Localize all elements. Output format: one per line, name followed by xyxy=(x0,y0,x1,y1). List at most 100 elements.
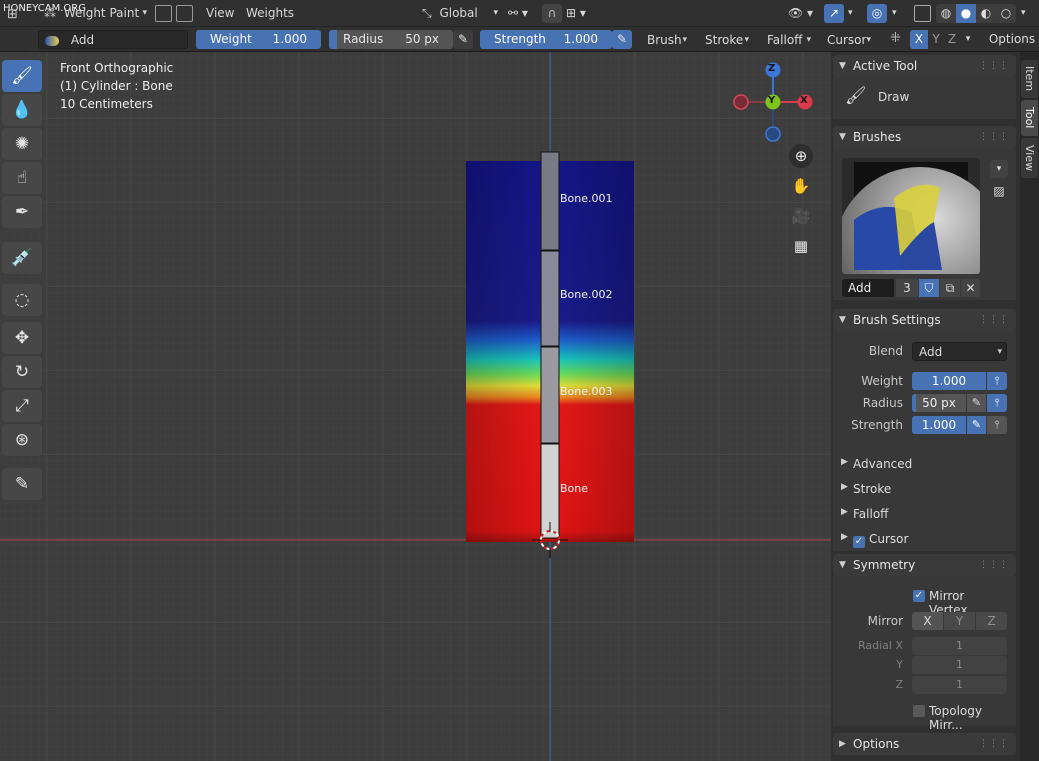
scale-icon[interactable]: ⤢ xyxy=(2,390,42,422)
snap-target-icon[interactable]: ⊞ ▾ xyxy=(566,3,586,24)
brush-name-field[interactable]: Add xyxy=(842,279,894,297)
mirror-y-toggle[interactable]: Y xyxy=(928,30,944,49)
mirror-vertex-checkbox[interactable]: ✓ xyxy=(913,590,925,602)
mode-selector[interactable]: ⁂ Weight Paint ▾ xyxy=(44,3,149,24)
menu-weights[interactable]: Weights xyxy=(246,3,294,24)
brush-settings-panel-header[interactable]: ▼ Brush Settings ⋮⋮⋮ xyxy=(833,309,1016,331)
gradient-icon[interactable]: ✒ xyxy=(2,196,42,228)
radial-y-field[interactable]: 1 xyxy=(912,656,1007,674)
rotate-icon[interactable]: ↻ xyxy=(2,356,42,388)
menu-view[interactable]: View xyxy=(206,3,234,24)
brushes-panel-header[interactable]: ▼ Brushes ⋮⋮⋮ xyxy=(833,126,1016,148)
tab-item[interactable]: Item xyxy=(1021,60,1038,98)
pivot-icon[interactable]: ⚯ ▾ xyxy=(508,3,528,24)
tab-view[interactable]: View xyxy=(1021,138,1038,178)
close-icon[interactable]: ✕ xyxy=(961,279,980,297)
blend-dropdown[interactable]: Add xyxy=(38,30,188,49)
3d-viewport[interactable]: Z Y X Front Orthographic (1) Cylinder : … xyxy=(0,52,831,761)
strength-pressure-icon[interactable]: ✎ xyxy=(967,416,986,434)
gizmo-toggle-icon[interactable]: ↗ xyxy=(824,4,844,23)
subpanel-advanced[interactable]: ▶ Advanced xyxy=(841,457,912,471)
shading-solid-icon[interactable]: ● xyxy=(956,4,976,23)
mirror-x-toggle[interactable]: X xyxy=(910,30,928,49)
editor-type-icon[interactable]: ⊞ xyxy=(7,7,18,22)
blur-icon[interactable]: 💧 xyxy=(2,94,42,126)
subpanel-cursor[interactable]: ▶ ✓ Cursor xyxy=(841,532,908,548)
mirror-axis-x[interactable]: X xyxy=(912,612,943,630)
pan-hand-icon[interactable]: ✋ xyxy=(789,174,813,198)
radial-z-field[interactable]: 1 xyxy=(912,676,1007,694)
duplicate-icon[interactable]: ⧉ xyxy=(940,279,960,297)
stroke-menu[interactable]: Stroke ▾ xyxy=(698,30,754,49)
shading-rendered-icon[interactable]: ○ xyxy=(996,4,1016,23)
blend-dropdown[interactable]: Add ▾ xyxy=(912,342,1007,361)
grip-icon[interactable]: ⋮⋮⋮ xyxy=(979,733,1009,755)
tab-tool[interactable]: Tool xyxy=(1021,100,1038,136)
subpanel-falloff[interactable]: ▶ Falloff xyxy=(841,507,888,521)
gizmo-x-label[interactable]: X xyxy=(800,95,808,106)
mask-toggle-icon[interactable] xyxy=(176,5,193,22)
symmetry-icon[interactable]: ⁜ xyxy=(890,31,901,46)
shading-wireframe-icon[interactable]: ◍ xyxy=(936,4,956,23)
average-icon[interactable]: ✺ xyxy=(2,128,42,160)
camera-icon[interactable]: 🎥 xyxy=(789,204,813,228)
xray-toggle-icon[interactable] xyxy=(155,5,172,22)
brush-menu[interactable]: Brush ▾ xyxy=(640,30,692,49)
smear-icon[interactable]: ☝ xyxy=(2,162,42,194)
cursor-menu[interactable]: Cursor ▾ xyxy=(820,30,876,49)
chevron-down-icon[interactable]: ▾ xyxy=(892,3,897,24)
weight-unified-icon[interactable]: ⫯ xyxy=(987,372,1007,390)
brush-user-count[interactable]: 3 xyxy=(896,279,918,297)
sample-weight-icon[interactable]: 💉 xyxy=(2,242,42,274)
strength-pressure-icon[interactable]: ✎ xyxy=(612,30,632,49)
grid-toggle-icon[interactable]: ▦ xyxy=(789,234,813,258)
transform-icon[interactable]: ⊛ xyxy=(2,424,42,456)
radius-field[interactable]: 50 px xyxy=(912,394,966,412)
visibility-icon[interactable]: 👁 ▾ xyxy=(788,3,813,24)
mirror-z-toggle[interactable]: Z xyxy=(944,30,960,49)
grip-icon[interactable]: ⋮⋮⋮ xyxy=(979,554,1009,576)
radius-pressure-icon[interactable]: ✎ xyxy=(453,30,473,49)
xray-icon[interactable] xyxy=(914,5,931,22)
strength-unified-icon[interactable]: ⫯ xyxy=(987,416,1007,434)
weight-field[interactable]: 1.000 xyxy=(912,372,986,390)
options-panel-header[interactable]: ▶ Options ⋮⋮⋮ xyxy=(833,733,1016,755)
orientation-selector[interactable]: ⤡ Global ▾ xyxy=(422,3,500,24)
shading-material-icon[interactable]: ◐ xyxy=(976,4,996,23)
grip-icon[interactable]: ⋮⋮⋮ xyxy=(979,55,1009,77)
subpanel-stroke[interactable]: ▶ Stroke xyxy=(841,482,891,496)
radius-slider[interactable]: Radius 50 px xyxy=(329,30,453,49)
move-icon[interactable]: ✥ xyxy=(2,322,42,354)
chevron-down-icon[interactable]: ▾ xyxy=(1021,3,1026,24)
zoom-icon[interactable]: ⊕ xyxy=(789,144,813,168)
brush-image-icon[interactable]: ▨ xyxy=(990,182,1008,200)
grip-icon[interactable]: ⋮⋮⋮ xyxy=(979,309,1009,331)
active-tool-panel-header[interactable]: ▼ Active Tool ⋮⋮⋮ xyxy=(833,55,1016,77)
brush-list-dropdown-icon[interactable]: ▾ xyxy=(990,160,1008,178)
falloff-menu[interactable]: Falloff ▾ xyxy=(760,30,816,49)
strength-field[interactable]: 1.000 xyxy=(912,416,966,434)
grip-icon[interactable]: ⋮⋮⋮ xyxy=(979,126,1009,148)
draw-brush-icon[interactable]: 🖌 xyxy=(2,60,42,92)
brush-preview[interactable] xyxy=(842,158,980,274)
overlay-toggle-icon[interactable]: ◎ xyxy=(867,4,887,23)
radial-x-field[interactable]: 1 xyxy=(912,637,1007,655)
gizmo-y-label[interactable]: Y xyxy=(768,95,775,106)
chevron-down-icon[interactable]: ▾ xyxy=(848,3,853,24)
options-menu[interactable]: Options xyxy=(986,30,1038,49)
chevron-down-icon[interactable]: ▾ xyxy=(962,30,974,49)
mirror-axis-y[interactable]: Y xyxy=(944,612,975,630)
cursor-checkbox[interactable]: ✓ xyxy=(853,536,865,548)
cursor-tool-icon[interactable]: ◌ xyxy=(2,284,42,316)
strength-slider[interactable]: Strength 1.000 xyxy=(480,30,612,49)
radius-pressure-icon[interactable]: ✎ xyxy=(967,394,986,412)
mirror-axis-z[interactable]: Z xyxy=(976,612,1007,630)
topology-mirror-checkbox[interactable] xyxy=(913,705,925,717)
annotate-icon[interactable]: ✎ xyxy=(2,468,42,500)
symmetry-panel-header[interactable]: ▼ Symmetry ⋮⋮⋮ xyxy=(833,554,1016,576)
snap-icon[interactable]: ∩ xyxy=(542,4,562,23)
radius-unified-icon[interactable]: ⫯ xyxy=(987,394,1007,412)
gizmo-z-label[interactable]: Z xyxy=(768,63,775,74)
weight-slider[interactable]: Weight 1.000 xyxy=(196,30,321,49)
fake-user-icon[interactable]: ⛉ xyxy=(919,279,939,297)
